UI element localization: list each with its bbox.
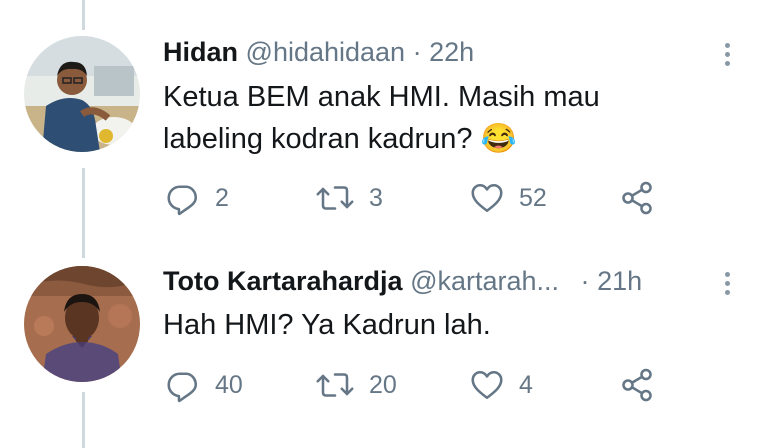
tweet-text: Ketua BEM anak HMI. Masih mau labeling k… [163, 76, 723, 160]
retweet-button[interactable]: 20 [315, 365, 397, 405]
retweet-button[interactable]: 3 [315, 178, 383, 218]
reply-icon [167, 372, 198, 403]
action-bar: 40 20 4 [163, 365, 703, 405]
heart-icon [471, 370, 503, 400]
avatar[interactable] [24, 36, 140, 152]
avatar-image [24, 266, 140, 382]
reply-count: 2 [215, 183, 229, 212]
retweet-icon [316, 186, 354, 210]
retweet-icon [316, 373, 354, 397]
more-options-icon[interactable] [718, 40, 736, 70]
tweet-header: Hidan @hidahidaan · 22h [163, 37, 474, 68]
share-icon [622, 181, 652, 215]
handle[interactable]: @kartarah... [410, 266, 559, 296]
like-count: 4 [519, 370, 533, 399]
display-name[interactable]: Toto Kartarahardja [163, 266, 403, 296]
share-button[interactable] [619, 365, 655, 405]
reply-button[interactable]: 40 [165, 365, 243, 405]
tweet-text-line: labeling kodran kadrun? 😂 [163, 123, 517, 155]
display-name[interactable]: Hidan [163, 37, 238, 67]
tweet[interactable]: Hidan @hidahidaan · 22h Ketua BEM anak H… [0, 0, 770, 240]
action-bar: 2 3 52 [163, 178, 703, 218]
handle[interactable]: @hidahidaan [246, 37, 406, 67]
heart-icon [471, 183, 503, 213]
retweet-count: 20 [369, 370, 397, 399]
share-icon [622, 368, 652, 402]
reply-icon [167, 185, 198, 216]
tweet-text: Hah HMI? Ya Kadrun lah. [163, 304, 723, 346]
retweet-count: 3 [369, 183, 383, 212]
avatar[interactable] [24, 266, 140, 382]
separator: · [412, 37, 422, 67]
tweet[interactable]: Toto Kartarahardja @kartarah... · 21h Ha… [0, 240, 770, 448]
like-count: 52 [519, 183, 547, 212]
share-button[interactable] [619, 178, 655, 218]
like-button[interactable]: 52 [469, 178, 547, 218]
like-button[interactable]: 4 [469, 365, 533, 405]
more-options-icon[interactable] [718, 269, 736, 299]
reply-count: 40 [215, 370, 243, 399]
timestamp[interactable]: 22h [429, 37, 474, 67]
timestamp[interactable]: 21h [597, 266, 642, 296]
separator: · [580, 266, 590, 296]
reply-button[interactable]: 2 [165, 178, 229, 218]
avatar-image [24, 36, 140, 152]
tweet-text-line: Hah HMI? Ya Kadrun lah. [163, 309, 491, 341]
tweet-text-line: Ketua BEM anak HMI. Masih mau [163, 81, 600, 113]
tweet-header: Toto Kartarahardja @kartarah... · 21h [163, 266, 642, 297]
